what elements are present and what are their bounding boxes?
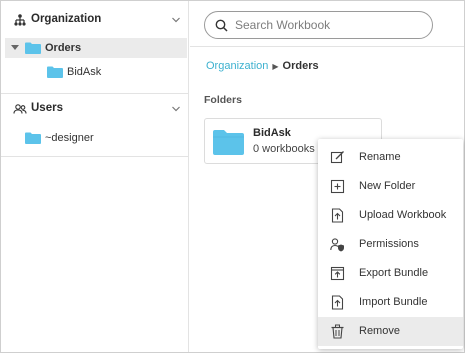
menu-item-export-bundle[interactable]: Export Bundle — [318, 259, 463, 288]
users-label: Users — [31, 102, 63, 114]
breadcrumb: Organization ▶ Orders — [206, 60, 319, 72]
menu-item-label: Import Bundle — [359, 296, 428, 308]
menu-item-label: New Folder — [359, 180, 416, 192]
folders-heading: Folders — [204, 94, 242, 106]
rename-icon — [330, 151, 344, 164]
menu-item-upload-workbook[interactable]: Upload Workbook — [318, 201, 463, 230]
menu-item-label: Remove — [359, 325, 400, 337]
tree-item-orders[interactable]: Orders — [5, 38, 187, 58]
menu-item-label: Upload Workbook — [359, 209, 447, 221]
trash-icon — [331, 324, 344, 339]
menu-item-permissions[interactable]: Permissions — [318, 230, 463, 259]
menu-item-label: Export Bundle — [359, 267, 429, 279]
new-folder-icon — [330, 179, 345, 194]
menu-item-label: Rename — [359, 151, 401, 163]
context-menu: Rename New Folder Upload Workbook Permis… — [318, 139, 463, 349]
folder-icon — [47, 66, 63, 78]
folder-card-count: 0 workbooks — [253, 143, 315, 155]
folder-icon — [25, 132, 41, 144]
export-bundle-icon — [330, 266, 345, 281]
section-divider — [1, 93, 189, 94]
search-input[interactable] — [235, 16, 425, 34]
header-divider — [190, 46, 464, 47]
menu-item-rename[interactable]: Rename — [318, 143, 463, 172]
menu-item-label: Permissions — [359, 238, 419, 250]
sidebar: Organization Orders BidAsk Users ~design… — [1, 1, 189, 352]
folder-icon — [213, 130, 244, 155]
tree-item-label: ~designer — [45, 132, 94, 144]
breadcrumb-separator-icon: ▶ — [272, 61, 279, 71]
menu-item-remove[interactable]: Remove — [318, 317, 463, 346]
tree-item-label: Orders — [45, 42, 82, 54]
organization-section-header[interactable]: Organization — [1, 9, 189, 31]
users-icon — [13, 104, 27, 114]
chevron-down-icon[interactable] — [170, 103, 182, 115]
tree-item-label: BidAsk — [67, 66, 102, 78]
import-bundle-icon — [331, 295, 344, 310]
caret-down-icon[interactable] — [11, 45, 19, 51]
menu-item-new-folder[interactable]: New Folder — [318, 172, 463, 201]
breadcrumb-current: Orders — [282, 60, 319, 72]
search-icon — [215, 19, 228, 32]
folder-card-title: BidAsk — [253, 127, 291, 139]
chevron-down-icon[interactable] — [170, 14, 182, 26]
search-box[interactable] — [204, 11, 433, 39]
organization-label: Organization — [31, 13, 102, 25]
tree-item-bidask[interactable]: BidAsk — [5, 62, 187, 82]
users-section-header[interactable]: Users — [1, 98, 189, 120]
hierarchy-icon — [14, 14, 26, 26]
upload-workbook-icon — [331, 208, 344, 223]
menu-item-import-bundle[interactable]: Import Bundle — [318, 288, 463, 317]
tree-item-designer[interactable]: ~designer — [5, 128, 187, 148]
folder-icon — [25, 42, 41, 54]
section-divider — [1, 156, 189, 157]
breadcrumb-root-link[interactable]: Organization — [206, 60, 268, 72]
permissions-icon — [330, 238, 344, 252]
